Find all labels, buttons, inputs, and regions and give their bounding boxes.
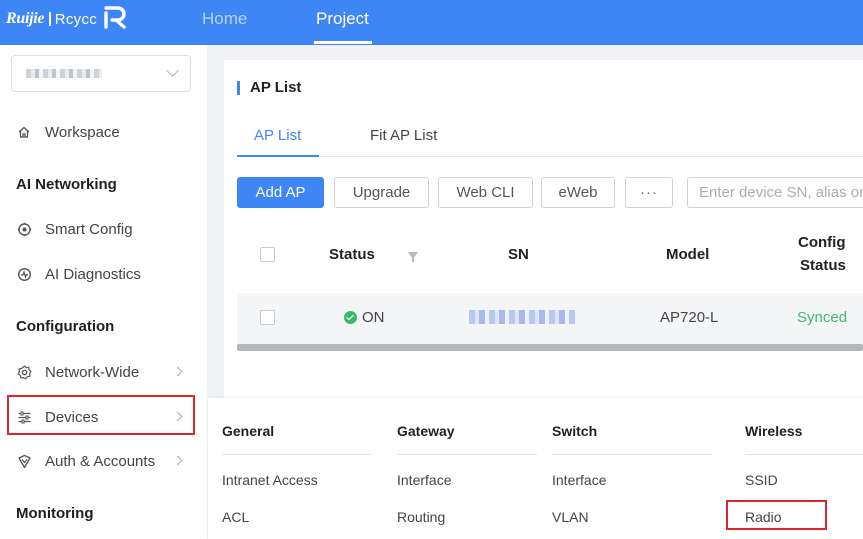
chevron-right-icon bbox=[172, 366, 183, 377]
submenu-divider bbox=[397, 454, 537, 455]
sidebar-item-smart-config[interactable]: Smart Config bbox=[16, 218, 133, 240]
sidebar-item-network-wide[interactable]: Network-Wide bbox=[16, 361, 183, 383]
sidebar-item-label: Auth & Accounts bbox=[45, 452, 156, 470]
submenu-heading-wireless: Wireless bbox=[745, 423, 803, 439]
row-status: ON bbox=[362, 309, 385, 326]
smart-config-icon bbox=[16, 221, 32, 237]
sidebar-item-auth-accounts[interactable]: Auth & Accounts bbox=[16, 450, 183, 472]
submenu-divider bbox=[745, 454, 863, 455]
search-placeholder: Enter device SN, alias or bbox=[699, 184, 863, 201]
devices-highlight-box bbox=[7, 395, 195, 435]
column-header-config-status-line2: Status bbox=[800, 257, 846, 274]
sidebar-item-label: Network-Wide bbox=[45, 363, 140, 381]
online-status-icon bbox=[344, 311, 357, 324]
column-header-model: Model bbox=[666, 246, 710, 263]
sidebar: Workspace AI Networking Smart Config AI … bbox=[0, 45, 207, 539]
sidebar-item-ai-diagnostics[interactable]: AI Diagnostics bbox=[16, 263, 141, 285]
row-config-status: Synced bbox=[797, 309, 848, 326]
submenu-divider bbox=[552, 454, 712, 455]
row-checkbox[interactable] bbox=[260, 310, 275, 325]
tab-divider bbox=[237, 156, 863, 157]
column-header-config-status-line1: Config bbox=[798, 234, 846, 251]
submenu-item-vlan[interactable]: VLAN bbox=[552, 509, 589, 525]
row-model: AP720-L bbox=[660, 309, 719, 326]
tab-active-indicator bbox=[237, 155, 319, 157]
filter-icon-stem bbox=[412, 258, 414, 262]
sidebar-item-label: Workspace bbox=[45, 123, 120, 141]
reyee-r-icon bbox=[103, 5, 129, 34]
submenu-item-gateway-interface[interactable]: Interface bbox=[397, 472, 451, 488]
chevron-down-icon bbox=[166, 64, 179, 77]
nav-tab-home[interactable]: Home bbox=[202, 9, 247, 29]
eweb-button[interactable]: eWeb bbox=[541, 177, 615, 208]
sidebar-item-label: AI Diagnostics bbox=[45, 265, 141, 283]
chevron-right-icon bbox=[172, 455, 183, 466]
top-navigation-bar: Ruijie Rcycc Home Project bbox=[0, 0, 863, 45]
sidebar-item-workspace[interactable]: Workspace bbox=[16, 121, 120, 143]
diagnostics-icon bbox=[16, 266, 32, 282]
column-header-sn: SN bbox=[508, 246, 529, 263]
settings-icon bbox=[16, 364, 32, 380]
project-name-redacted bbox=[26, 69, 102, 78]
shield-heart-icon bbox=[16, 453, 32, 469]
submenu-heading-gateway: Gateway bbox=[397, 423, 455, 439]
sidebar-heading-ai-networking: AI Networking bbox=[16, 176, 117, 193]
submenu-item-switch-interface[interactable]: Interface bbox=[552, 472, 606, 488]
ruijie-reyee-logo[interactable]: Ruijie Rcycc bbox=[6, 5, 129, 30]
logo-product-text: Rcycc bbox=[54, 10, 98, 28]
column-header-status: Status bbox=[329, 246, 375, 263]
radio-highlight-box bbox=[726, 500, 827, 530]
tab-fit-ap-list[interactable]: Fit AP List bbox=[370, 127, 437, 144]
logo-brand-text: Ruijie bbox=[6, 10, 45, 27]
row-sn-redacted[interactable] bbox=[469, 310, 575, 324]
submenu-item-ssid[interactable]: SSID bbox=[745, 472, 778, 488]
submenu-item-routing[interactable]: Routing bbox=[397, 509, 445, 525]
home-icon bbox=[16, 124, 32, 140]
more-actions-button[interactable]: ··· bbox=[625, 177, 673, 208]
submenu-item-acl[interactable]: ACL bbox=[222, 509, 249, 525]
page-title: AP List bbox=[237, 79, 301, 96]
submenu-heading-general: General bbox=[222, 423, 275, 439]
sidebar-heading-configuration: Configuration bbox=[16, 318, 115, 335]
horizontal-scrollbar[interactable] bbox=[237, 344, 863, 351]
sidebar-item-label: Smart Config bbox=[45, 220, 133, 238]
upgrade-button[interactable]: Upgrade bbox=[334, 177, 429, 208]
project-selector[interactable] bbox=[11, 55, 191, 92]
submenu-divider bbox=[222, 454, 372, 455]
device-search-input[interactable]: Enter device SN, alias or bbox=[687, 177, 863, 208]
logo-separator bbox=[49, 12, 51, 26]
tab-ap-list[interactable]: AP List bbox=[254, 127, 301, 144]
page-title-text: AP List bbox=[250, 79, 302, 96]
select-all-checkbox[interactable] bbox=[260, 247, 275, 262]
devices-submenu-panel: General Intranet Access ACL Gateway Inte… bbox=[208, 398, 863, 539]
nav-active-indicator bbox=[314, 41, 372, 44]
submenu-item-intranet-access[interactable]: Intranet Access bbox=[222, 472, 318, 488]
submenu-heading-switch: Switch bbox=[552, 423, 598, 439]
title-accent-bar bbox=[237, 80, 240, 95]
sidebar-heading-monitoring: Monitoring bbox=[16, 505, 94, 522]
add-ap-button[interactable]: Add AP bbox=[237, 177, 324, 208]
web-cli-button[interactable]: Web CLI bbox=[438, 177, 533, 208]
nav-tab-project[interactable]: Project bbox=[316, 9, 369, 29]
